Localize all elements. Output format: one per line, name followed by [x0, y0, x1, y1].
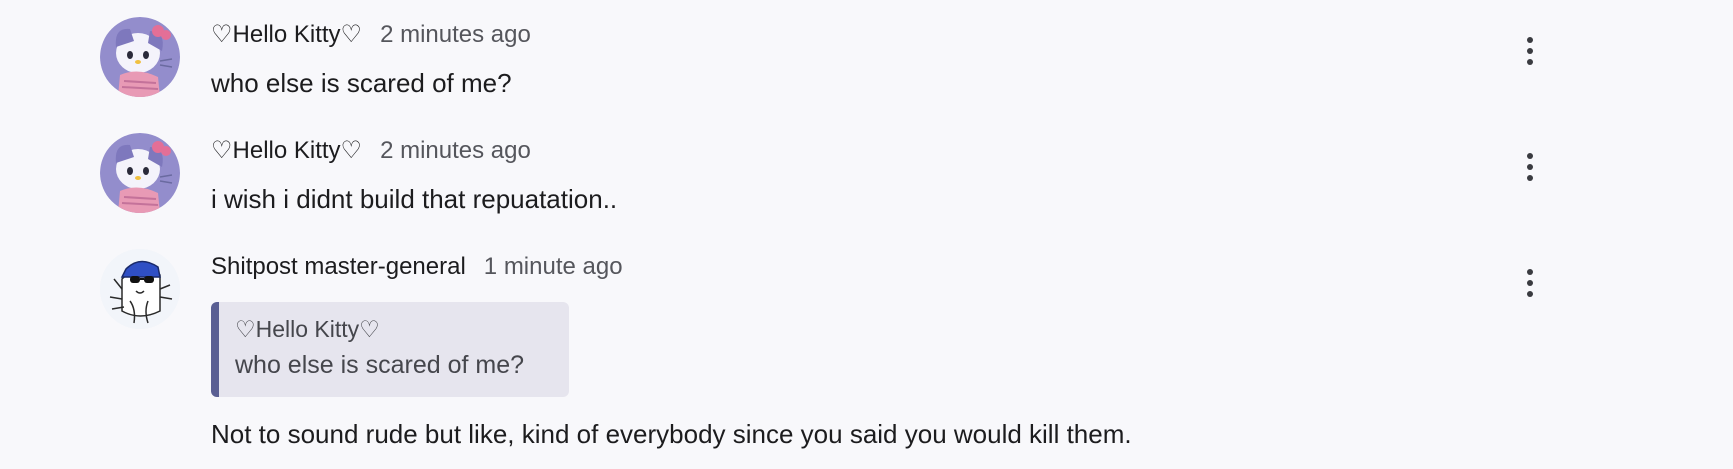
comment-feed: ♡Hello Kitty♡ 2 minutes ago who else is s…	[0, 0, 1733, 469]
more-vertical-icon[interactable]	[1515, 31, 1545, 71]
comment-text: Not to sound rude but like, kind of ever…	[211, 419, 1132, 449]
quoted-reply[interactable]: ♡Hello Kitty♡ who else is scared of me?	[211, 302, 569, 397]
hello-kitty-avatar-icon	[100, 17, 180, 97]
comment-meta: Shitpost master-general 1 minute ago	[211, 252, 623, 282]
avatar[interactable]	[100, 249, 180, 329]
quoted-text: who else is scared of me?	[235, 351, 525, 379]
comment-meta: ♡Hello Kitty♡ 2 minutes ago	[211, 20, 531, 50]
comment-author[interactable]: ♡Hello Kitty♡	[211, 21, 362, 48]
comment-meta: ♡Hello Kitty♡ 2 minutes ago	[211, 136, 531, 166]
more-vertical-icon[interactable]	[1515, 263, 1545, 303]
hello-kitty-avatar-icon	[100, 133, 180, 213]
comment-text: who else is scared of me?	[211, 68, 512, 98]
avatar[interactable]	[100, 17, 180, 97]
cat-sunglasses-avatar-icon	[100, 249, 180, 329]
comment-timestamp[interactable]: 2 minutes ago	[380, 21, 531, 48]
more-vertical-icon[interactable]	[1515, 147, 1545, 187]
avatar[interactable]	[100, 133, 180, 213]
comment-author[interactable]: Shitpost master-general	[211, 253, 466, 280]
comment-text: i wish i didnt build that repuatation..	[211, 184, 618, 214]
comment-timestamp[interactable]: 1 minute ago	[484, 253, 623, 280]
comment-timestamp[interactable]: 2 minutes ago	[380, 137, 531, 164]
comment-author[interactable]: ♡Hello Kitty♡	[211, 137, 362, 164]
quoted-author: ♡Hello Kitty♡	[235, 316, 380, 342]
